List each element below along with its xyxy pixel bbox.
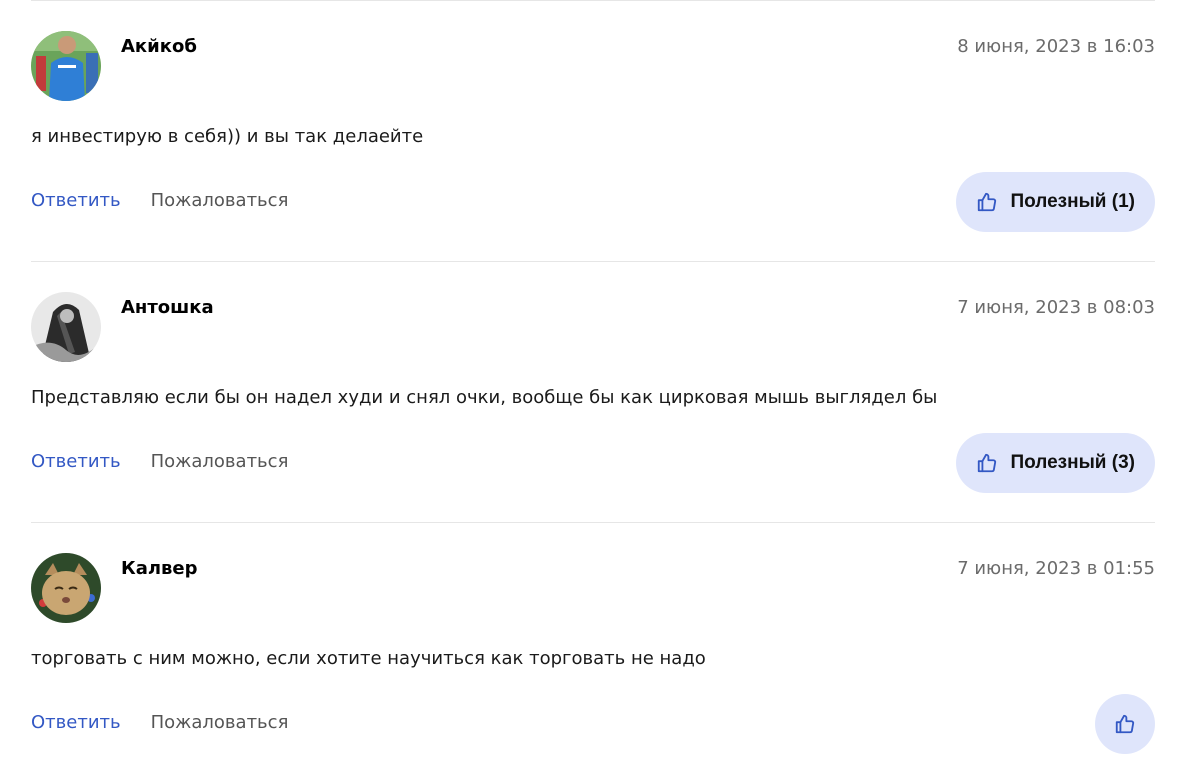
complain-button[interactable]: Пожаловаться — [151, 190, 289, 211]
useful-button[interactable]: Полезный (1) — [956, 172, 1155, 232]
comment-author[interactable]: Акйкоб — [121, 36, 197, 57]
thumbs-up-icon — [976, 191, 998, 213]
comment-item: Калвер 7 июня, 2023 в 01:55 торговать с … — [31, 523, 1155, 773]
useful-button[interactable]: Полезный (3) — [956, 433, 1155, 493]
reply-button[interactable]: Ответить — [31, 712, 121, 733]
comment-date: 8 июня, 2023 в 16:03 — [957, 36, 1155, 57]
avatar[interactable] — [31, 553, 101, 623]
useful-label: Полезный (1) — [1010, 191, 1135, 212]
comment-author[interactable]: Калвер — [121, 558, 198, 579]
comment-text: торговать с ним можно, если хотите научи… — [31, 648, 706, 669]
comment-date: 7 июня, 2023 в 08:03 — [957, 297, 1155, 318]
reply-button[interactable]: Ответить — [31, 451, 121, 472]
comment-actions: Ответить Пожаловаться — [31, 190, 288, 211]
comment-item: Акйкоб 8 июня, 2023 в 16:03 я инвестирую… — [31, 1, 1155, 261]
comment-item: Антошка 7 июня, 2023 в 08:03 Представляю… — [31, 262, 1155, 522]
useful-label: Полезный (3) — [1010, 452, 1135, 473]
thumbs-up-icon — [976, 452, 998, 474]
comment-date: 7 июня, 2023 в 01:55 — [957, 558, 1155, 579]
avatar[interactable] — [31, 292, 101, 362]
comments-list: Акйкоб 8 июня, 2023 в 16:03 я инвестирую… — [31, 0, 1155, 773]
thumbs-up-icon — [1114, 713, 1136, 735]
complain-button[interactable]: Пожаловаться — [151, 712, 289, 733]
comment-author[interactable]: Антошка — [121, 297, 214, 318]
complain-button[interactable]: Пожаловаться — [151, 451, 289, 472]
comment-text: я инвестирую в себя)) и вы так делаейте — [31, 126, 424, 147]
comment-actions: Ответить Пожаловаться — [31, 451, 288, 472]
comment-actions: Ответить Пожаловаться — [31, 712, 288, 733]
avatar[interactable] — [31, 31, 101, 101]
reply-button[interactable]: Ответить — [31, 190, 121, 211]
comment-text: Представляю если бы он надел худи и снял… — [31, 387, 938, 408]
useful-button[interactable] — [1095, 694, 1155, 754]
